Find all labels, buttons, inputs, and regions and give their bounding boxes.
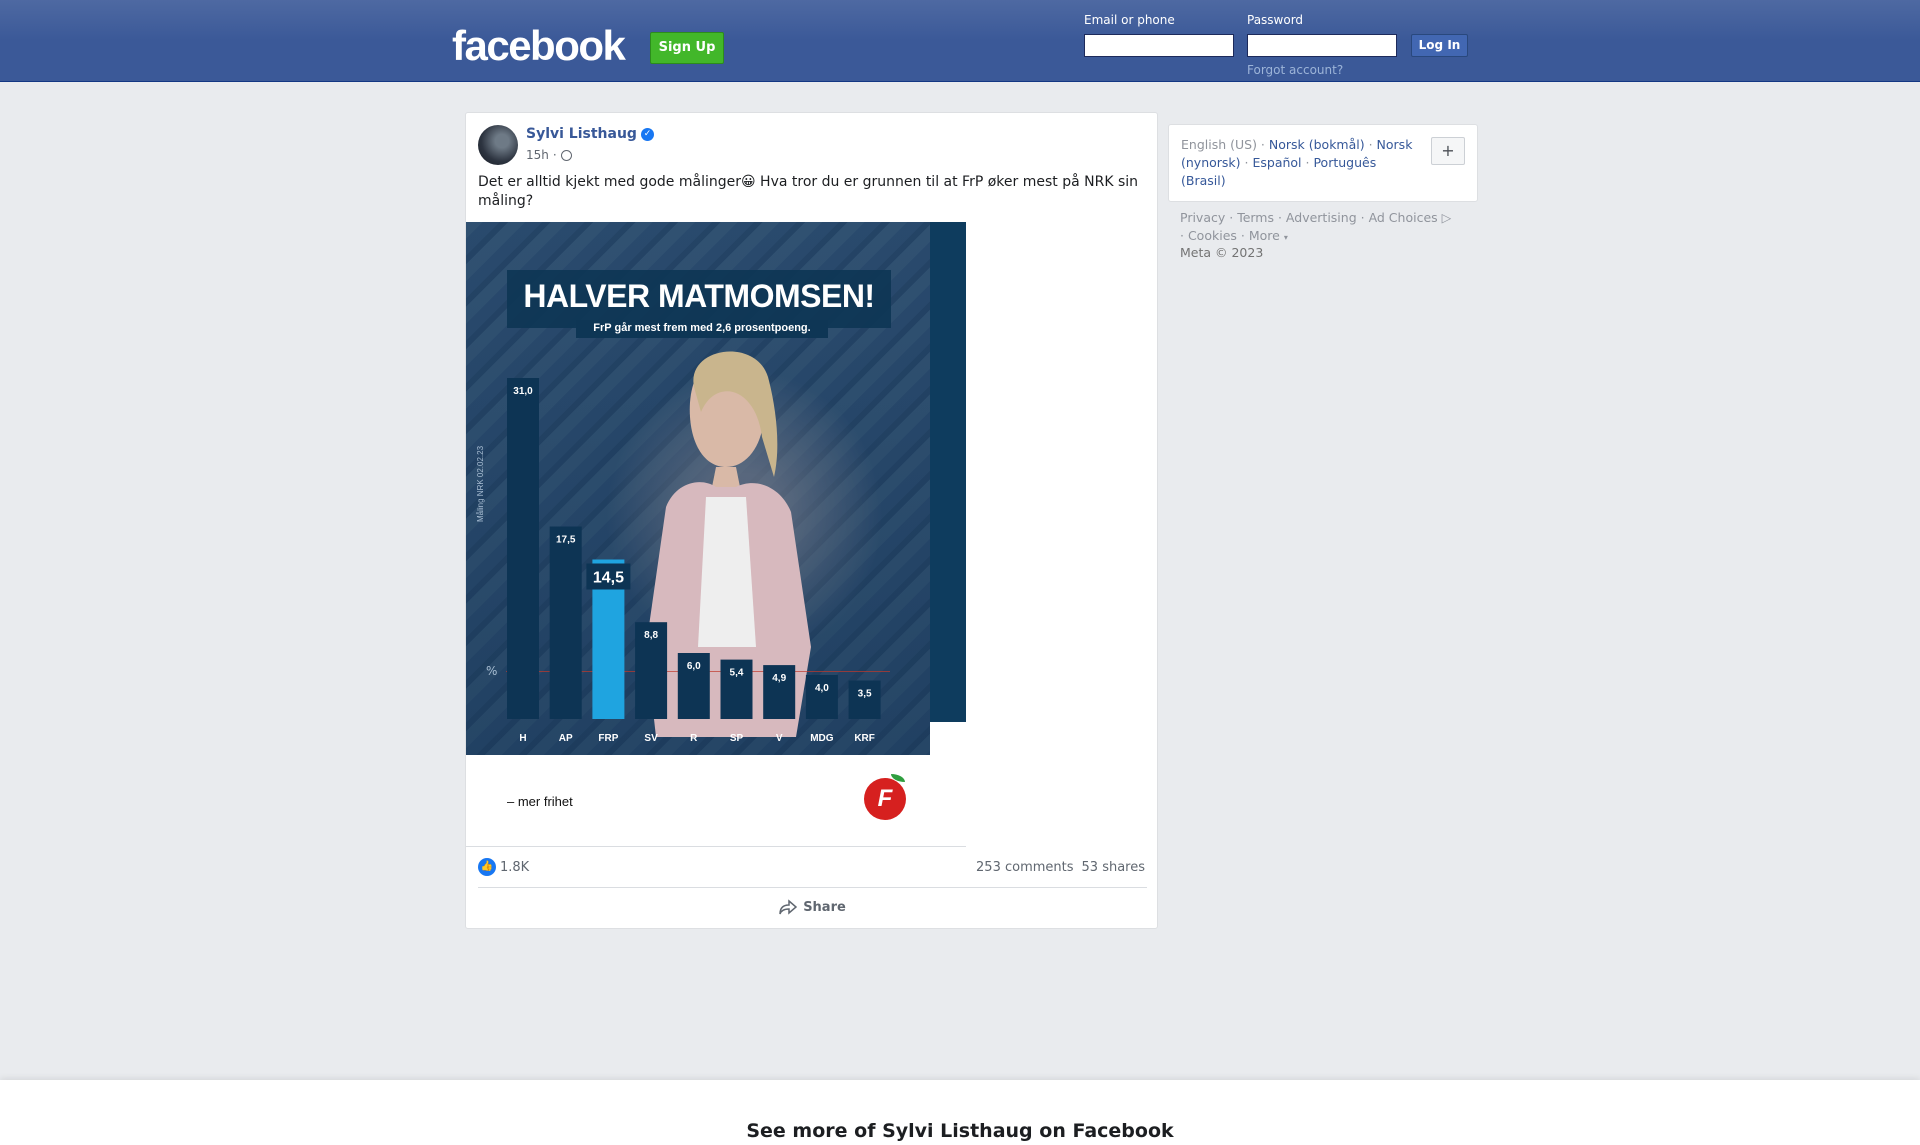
share-count[interactable]: 53 shares xyxy=(1082,860,1145,875)
post-meta: 15h · xyxy=(526,148,572,162)
email-label: Email or phone xyxy=(1084,13,1175,27)
bar-value-label: 5,4 xyxy=(730,668,744,679)
bar-h xyxy=(507,378,539,719)
bar-value-label: 6,0 xyxy=(687,661,701,672)
more-link[interactable]: More xyxy=(1249,228,1280,243)
forgot-account-link[interactable]: Forgot account? xyxy=(1247,63,1343,77)
divider xyxy=(478,887,1147,888)
bar-mdg xyxy=(805,675,838,719)
like-reaction-icon[interactable]: 👍 xyxy=(478,858,496,876)
post-card: Sylvi Listhaug ✓ 15h · Det er alltid kje… xyxy=(465,112,1158,929)
globe-icon xyxy=(560,149,572,161)
caret-down-icon: ▾ xyxy=(1283,233,1288,242)
bar-value-label: 17,5 xyxy=(556,535,576,546)
share-arrow-icon xyxy=(779,899,798,915)
language-list: English (US) · Norsk (bokmål) · Norsk (n… xyxy=(1181,137,1413,188)
bar-value-label: 31,0 xyxy=(513,386,533,397)
meta-separator: · xyxy=(552,148,557,162)
bar-value-label: 4,9 xyxy=(772,673,786,684)
bar-ap xyxy=(549,526,582,719)
author-name[interactable]: Sylvi Listhaug xyxy=(526,126,637,142)
category-label: V xyxy=(776,733,783,744)
avatar[interactable] xyxy=(478,125,518,165)
share-button[interactable]: Share xyxy=(466,899,1159,915)
sign-up-button[interactable]: Sign Up xyxy=(650,32,724,64)
verified-badge-icon: ✓ xyxy=(640,127,654,141)
language-link[interactable]: Norsk (bokmål) xyxy=(1269,137,1365,152)
bar-value-label: 4,0 xyxy=(815,683,829,694)
post-text: Det er alltid kjekt med gode målinger😀 H… xyxy=(478,174,1139,209)
log-in-button[interactable]: Log In xyxy=(1411,34,1468,57)
language-link[interactable]: Español xyxy=(1252,155,1301,170)
category-label: R xyxy=(690,733,698,744)
more-languages-button[interactable]: + xyxy=(1431,137,1465,165)
copyright: Meta © 2023 xyxy=(1180,245,1264,260)
post-author[interactable]: Sylvi Listhaug ✓ xyxy=(526,126,654,142)
category-label: AP xyxy=(559,733,573,744)
bar-value-label: 3,5 xyxy=(858,689,872,700)
password-label: Password xyxy=(1247,13,1304,27)
engagement-counts: 253 comments 53 shares xyxy=(976,860,1145,875)
cookies-link[interactable]: Cookies xyxy=(1188,228,1237,243)
current-language: English (US) xyxy=(1181,137,1257,152)
bar-krf xyxy=(848,680,881,719)
category-label: MDG xyxy=(810,733,834,744)
category-label: KRF xyxy=(854,733,875,744)
poster-caption: – mer frihet xyxy=(507,794,573,809)
terms-link[interactable]: Terms xyxy=(1237,210,1274,225)
divider xyxy=(466,846,966,847)
footer-links: Privacy · Terms · Advertising · Ad Choic… xyxy=(1180,210,1452,243)
email-input[interactable] xyxy=(1084,34,1234,57)
bar-value-label: 8,8 xyxy=(644,630,658,641)
category-label: SV xyxy=(644,733,658,744)
category-label: H xyxy=(519,733,526,744)
share-label: Share xyxy=(803,899,846,915)
like-count[interactable]: 1.8K xyxy=(500,860,529,875)
category-label: SP xyxy=(730,733,744,744)
see-more-text: See more of Sylvi Listhaug on Facebook xyxy=(746,1120,1174,1142)
privacy-link[interactable]: Privacy xyxy=(1180,210,1225,225)
post-image[interactable]: HALVER MATMOMSEN! FrP går mest frem med … xyxy=(466,222,966,844)
bar-chart: 31,0 H 17,5 AP 14,5 FRP 8,8 SV 6,0 R 5,4 SP 4,9 V 4,0 M… xyxy=(507,378,881,744)
advertising-link[interactable]: Advertising xyxy=(1286,210,1357,225)
ad-choices-link[interactable]: Ad Choices xyxy=(1369,210,1438,225)
ad-choices-icon: ▷ xyxy=(1441,210,1452,225)
category-label: FRP xyxy=(598,733,618,744)
image-side-band xyxy=(930,222,966,722)
bar-value-label: 14,5 xyxy=(593,570,624,587)
post-time[interactable]: 15h xyxy=(526,148,549,162)
see-more-banner: See more of Sylvi Listhaug on Facebook xyxy=(0,1080,1920,1145)
password-input[interactable] xyxy=(1247,34,1397,57)
top-navbar: facebook Sign Up Email or phone Password… xyxy=(0,0,1920,82)
facebook-logo[interactable]: facebook xyxy=(452,22,626,70)
frp-apple-logo: F xyxy=(864,778,906,820)
language-selector: English (US) · Norsk (bokmål) · Norsk (n… xyxy=(1168,124,1478,202)
comment-count[interactable]: 253 comments xyxy=(976,860,1073,875)
